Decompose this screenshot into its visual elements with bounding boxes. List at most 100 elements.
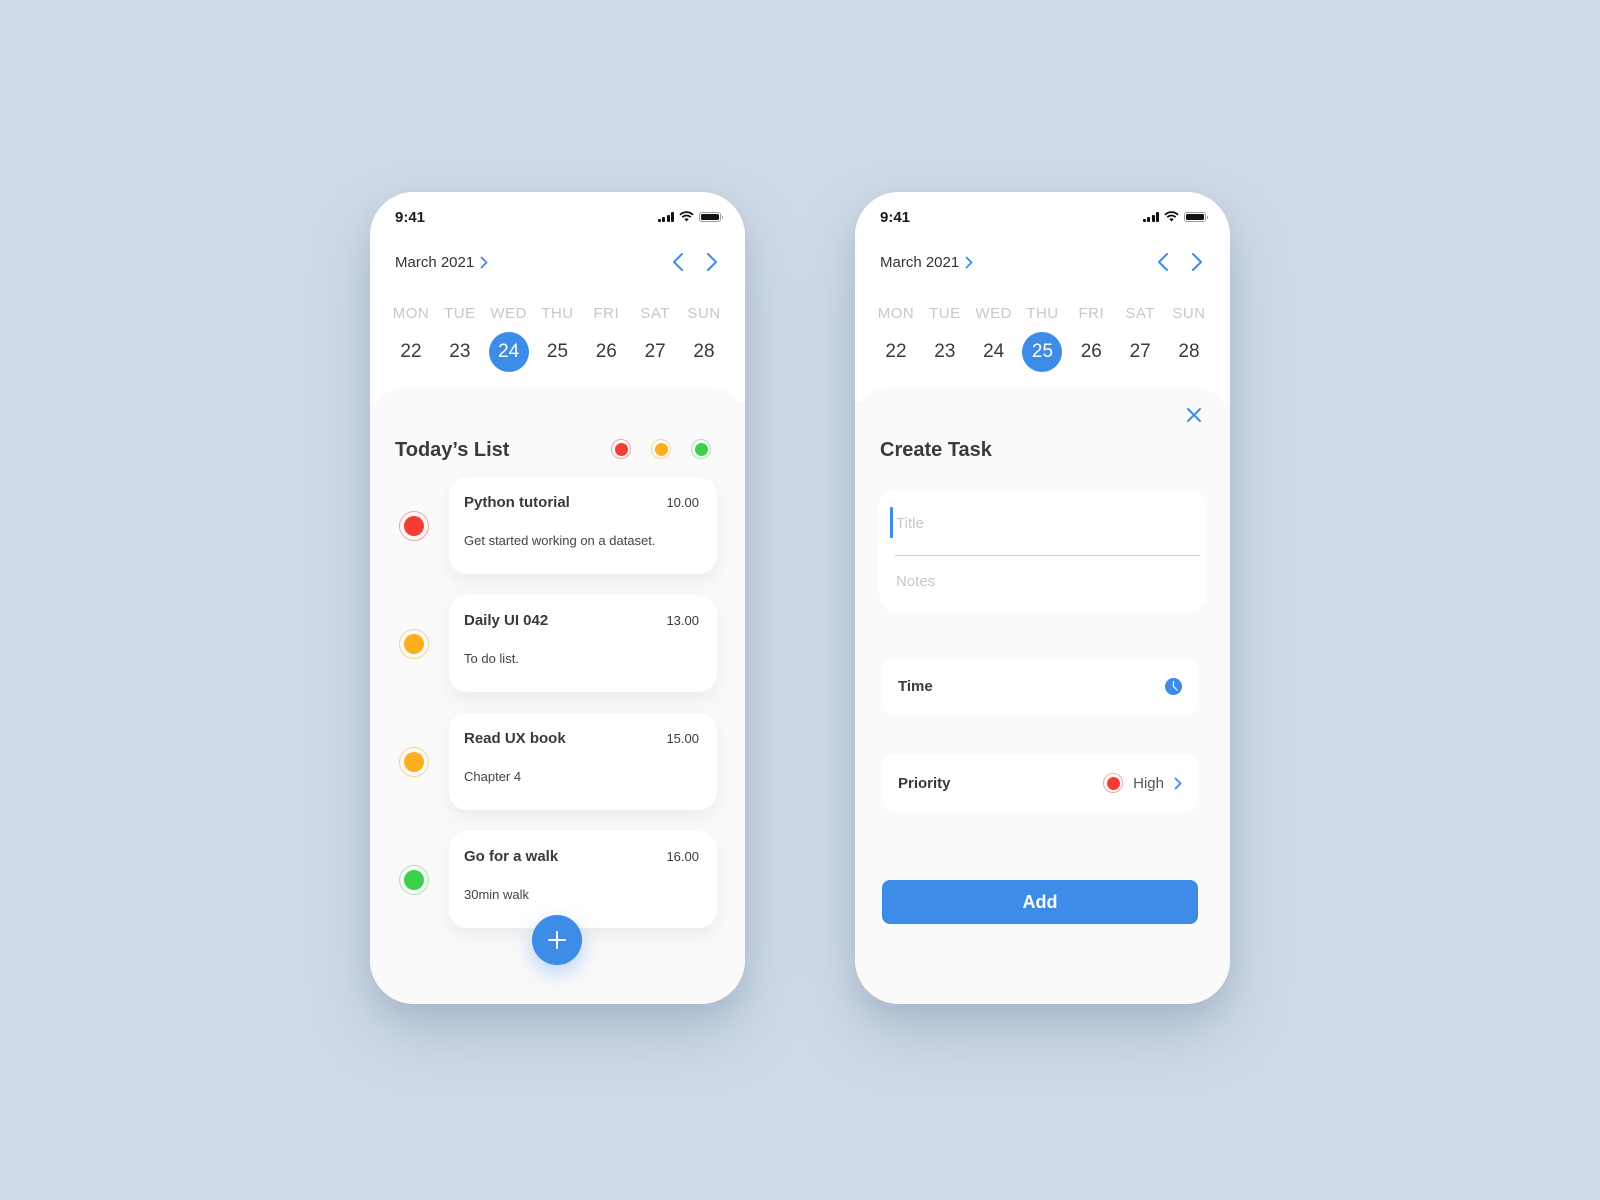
priority-medium-indicator — [399, 629, 429, 659]
task-time: 13.00 — [666, 613, 699, 628]
day-mon[interactable]: MON 22 — [388, 305, 434, 372]
chevron-right-icon — [480, 256, 488, 268]
day-of-week: THU — [541, 305, 574, 322]
task-item: Daily UI 042 13.00 To do list. — [370, 595, 745, 692]
time-label: Time — [898, 677, 933, 695]
task-time: 15.00 — [666, 731, 699, 746]
task-card[interactable]: Go for a walk 16.00 30min walk — [449, 831, 717, 928]
task-title: Python tutorial — [464, 494, 570, 511]
next-week-button[interactable] — [706, 252, 718, 272]
day-fri[interactable]: FRI 26 — [583, 305, 629, 372]
battery-icon — [699, 211, 723, 222]
day-number: 26 — [1080, 341, 1102, 362]
task-time: 16.00 — [666, 849, 699, 864]
day-of-week: WED — [975, 305, 1012, 322]
close-button[interactable] — [1186, 407, 1202, 423]
day-of-week: SAT — [640, 305, 670, 322]
month-selector[interactable]: March 2021 — [880, 254, 973, 271]
task-card[interactable]: Daily UI 042 13.00 To do list. — [449, 595, 717, 692]
task-item: Python tutorial 10.00 Get started workin… — [370, 477, 745, 574]
priority-row[interactable]: Priority High — [882, 754, 1198, 812]
task-item: Read UX book 15.00 Chapter 4 — [370, 713, 745, 810]
clock-icon — [1165, 677, 1182, 695]
task-card[interactable]: Read UX book 15.00 Chapter 4 — [449, 713, 717, 810]
task-note: Chapter 4 — [464, 769, 522, 784]
battery-icon — [1184, 211, 1208, 222]
status-icons — [1142, 211, 1208, 222]
day-number-selected: 24 — [488, 332, 529, 372]
prev-week-button[interactable] — [1157, 252, 1169, 272]
day-of-week: SUN — [1172, 305, 1206, 322]
day-thu[interactable]: THU 25 — [534, 305, 580, 372]
day-fri[interactable]: FRI 26 — [1068, 305, 1114, 372]
day-mon[interactable]: MON 22 — [873, 305, 919, 372]
day-of-week: MON — [877, 305, 915, 322]
task-note: Get started working on a dataset. — [464, 533, 656, 548]
calendar-header: 9:41 March 2021 MON 22 TUE 23 WED 24 THU… — [370, 192, 745, 402]
day-of-week: WED — [490, 305, 527, 322]
calendar-header: 9:41 March 2021 MON 22 TUE 23 WED 24 THU… — [855, 192, 1230, 402]
notes-input[interactable] — [896, 569, 1176, 593]
task-item: Go for a walk 16.00 30min walk — [370, 831, 745, 928]
priority-medium-indicator — [399, 747, 429, 777]
day-tue[interactable]: TUE 23 — [922, 305, 968, 372]
status-icons — [657, 211, 723, 222]
day-number: 25 — [546, 341, 569, 362]
status-time: 9:41 — [880, 209, 911, 226]
month-label: March 2021 — [395, 253, 475, 271]
month-selector[interactable]: March 2021 — [395, 254, 488, 271]
task-title: Read UX book — [464, 730, 566, 747]
prev-week-button[interactable] — [672, 252, 684, 272]
signal-icon — [1142, 211, 1159, 222]
chevron-right-icon — [965, 256, 973, 268]
day-of-week: SUN — [687, 305, 721, 322]
priority-label: Priority — [898, 774, 951, 792]
day-number: 22 — [400, 341, 422, 362]
priority-high-indicator — [1103, 773, 1124, 793]
wifi-icon — [679, 211, 694, 222]
title-input[interactable] — [896, 511, 1176, 535]
day-wed[interactable]: WED 24 — [971, 305, 1017, 372]
chevron-right-icon — [1174, 777, 1182, 789]
day-thu[interactable]: THU 25 — [1019, 305, 1065, 372]
day-number: 27 — [1129, 341, 1151, 362]
add-button[interactable]: Add — [882, 880, 1198, 924]
priority-value: High — [1133, 774, 1164, 792]
day-number: 28 — [693, 341, 715, 362]
day-number: 23 — [934, 341, 956, 362]
filter-medium-priority[interactable] — [651, 439, 671, 459]
day-of-week: TUE — [444, 305, 476, 322]
day-sun[interactable]: SUN 28 — [681, 305, 727, 372]
priority-filters — [611, 439, 711, 459]
day-number: 26 — [595, 341, 617, 362]
week-strip: MON 22 TUE 23 WED 24 THU 25 FRI 26 SAT 27 SUN 2… — [388, 305, 727, 372]
priority-high-indicator — [399, 511, 429, 541]
day-number-selected: 25 — [1022, 332, 1063, 372]
todays-list-sheet: Today’s List Python tutorial 10.00 Get s… — [370, 387, 745, 1004]
list-title: Today’s List — [395, 439, 510, 461]
todays-list-screen: 9:41 March 2021 MON 22 TUE 23 WED 24 THU… — [370, 192, 745, 1004]
day-of-week: MON — [392, 305, 430, 322]
day-of-week: SAT — [1125, 305, 1155, 322]
signal-icon — [657, 211, 674, 222]
day-of-week: TUE — [929, 305, 961, 322]
day-of-week: FRI — [593, 305, 620, 322]
plus-icon — [548, 931, 566, 949]
priority-low-indicator — [399, 865, 429, 895]
text-cursor — [890, 507, 893, 538]
task-card[interactable]: Python tutorial 10.00 Get started workin… — [449, 477, 717, 574]
next-week-button[interactable] — [1191, 252, 1203, 272]
day-sat[interactable]: SAT 27 — [1117, 305, 1163, 372]
time-row[interactable]: Time — [882, 657, 1198, 715]
form-title: Create Task — [880, 439, 992, 461]
week-strip: MON 22 TUE 23 WED 24 THU 25 FRI 26 SAT 27 SUN 2… — [873, 305, 1212, 372]
divider — [895, 555, 1200, 556]
day-sun[interactable]: SUN 28 — [1166, 305, 1212, 372]
add-task-button[interactable] — [532, 915, 582, 965]
filter-high-priority[interactable] — [611, 439, 631, 459]
day-sat[interactable]: SAT 27 — [632, 305, 678, 372]
day-tue[interactable]: TUE 23 — [437, 305, 483, 372]
day-wed[interactable]: WED 24 — [486, 305, 532, 372]
day-number: 28 — [1178, 341, 1200, 362]
filter-low-priority[interactable] — [691, 439, 711, 459]
